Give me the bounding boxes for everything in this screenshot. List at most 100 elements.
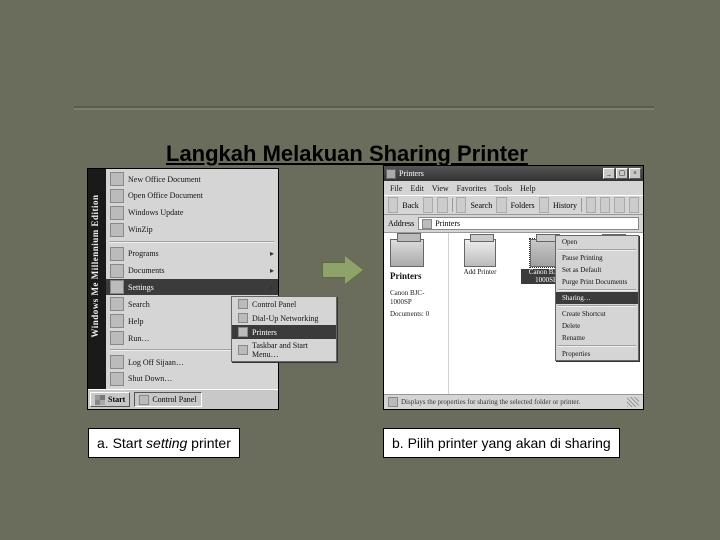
info-line: Documents: 0 (390, 310, 442, 319)
flyout-item-icon (238, 299, 248, 309)
maximize-button[interactable]: ▢ (616, 168, 628, 179)
context-item[interactable]: Properties (556, 348, 638, 360)
windows-flag-icon (95, 395, 105, 405)
context-item[interactable]: Open (556, 236, 638, 248)
context-item[interactable]: Delete (556, 320, 638, 332)
menu-tools[interactable]: Tools (494, 184, 512, 193)
start-menu-item[interactable]: Open Office Document (106, 188, 278, 204)
info-heading: Printers (390, 271, 442, 281)
screenshot-printers-window: Printers _ ▢ × File Edit View Favorites Tool… (383, 165, 644, 410)
tool-btn-b[interactable] (600, 197, 610, 213)
caption-a: a. Start setting printer (88, 428, 240, 458)
slide-title: Langkah Melakuan Sharing Printer (166, 141, 586, 167)
menu-item-icon (110, 189, 124, 203)
window-title: Printers (399, 169, 600, 178)
context-menu: Open Pause PrintingSet as DefaultPurge Pr… (555, 235, 639, 361)
context-item[interactable]: Sharing… (556, 292, 638, 304)
submenu-arrow-icon: ▸ (270, 283, 274, 292)
taskbar-app[interactable]: Control Panel (134, 392, 201, 407)
resize-grip[interactable] (627, 397, 639, 407)
printers-folder-icon (390, 239, 424, 267)
menubar: File Edit View Favorites Tools Help (384, 181, 643, 195)
flyout-item-label: Printers (252, 328, 277, 337)
flyout-item[interactable]: Control Panel (232, 297, 336, 311)
tool-btn-a[interactable] (586, 197, 596, 213)
flyout-item-icon (238, 313, 248, 323)
context-item[interactable]: Set as Default (556, 264, 638, 276)
caption-a-em: setting (146, 435, 187, 451)
address-label: Address (388, 219, 414, 228)
context-separator (558, 289, 636, 291)
printer-item[interactable]: Add Printer (455, 239, 505, 277)
submenu-arrow-icon: ▸ (270, 249, 274, 258)
settings-flyout: Control PanelDial-Up Networking Printers T… (231, 296, 337, 362)
flyout-item[interactable]: Dial-Up Networking (232, 311, 336, 325)
status-icon (388, 397, 398, 407)
menu-item-label: WinZip (128, 225, 153, 234)
search-button[interactable] (456, 197, 466, 213)
forward-button[interactable] (423, 197, 433, 213)
address-field[interactable]: Printers (418, 217, 639, 230)
app-icon (139, 395, 149, 405)
start-menu-sideband: Windows Me Millennium Edition (88, 169, 106, 389)
printer-icon (464, 239, 496, 267)
caption-a-suffix: printer (187, 435, 231, 451)
window-icon (386, 169, 396, 179)
menu-item-label: Log Off Sijaan… (128, 358, 184, 367)
menu-edit[interactable]: Edit (410, 184, 423, 193)
tool-btn-d[interactable] (629, 197, 639, 213)
start-menu-item[interactable]: WinZip (106, 222, 278, 238)
caption-a-prefix: a. Start (97, 435, 146, 451)
search-label: Search (470, 201, 492, 210)
start-menu-item[interactable]: Windows Update (106, 205, 278, 221)
folders-button[interactable] (496, 197, 506, 213)
start-menu-item[interactable]: Settings ▸ (106, 279, 278, 295)
printer-label: Add Printer (464, 269, 497, 277)
start-menu-item[interactable]: Documents▸ (106, 263, 278, 279)
arrow-right (322, 256, 364, 284)
menu-file[interactable]: File (390, 184, 402, 193)
minimize-button[interactable]: _ (603, 168, 615, 179)
start-menu-item[interactable]: New Office Document (106, 171, 278, 187)
flyout-item[interactable]: Taskbar and Start Menu… (232, 339, 336, 361)
menu-item-icon (110, 264, 124, 278)
flyout-item-icon (238, 327, 248, 337)
menu-item-icon (110, 314, 124, 328)
context-separator (558, 249, 636, 251)
menu-item-label: Programs (128, 249, 159, 258)
info-pane: Printers Canon BJC-1000SPDocuments: 0 (384, 233, 449, 394)
back-button[interactable] (388, 197, 398, 213)
menu-item-label: Open Office Document (128, 191, 203, 200)
menu-item-icon (110, 372, 124, 386)
flyout-item[interactable]: Printers (232, 325, 336, 339)
menu-item-label: Settings (128, 283, 154, 292)
context-item[interactable]: Rename (556, 332, 638, 344)
start-menu-item[interactable]: Shut Down… (106, 371, 278, 387)
divider (74, 106, 654, 110)
menu-help[interactable]: Help (520, 184, 536, 193)
context-item[interactable]: Pause Printing (556, 252, 638, 264)
context-item[interactable]: Create Shortcut (556, 308, 638, 320)
menu-item-icon (110, 297, 124, 311)
client-area: Printers Canon BJC-1000SPDocuments: 0 Ad… (384, 233, 643, 394)
menu-item-label: Help (128, 317, 144, 326)
close-button[interactable]: × (629, 168, 641, 179)
history-button[interactable] (539, 197, 549, 213)
menu-separator (110, 241, 274, 243)
menu-item-icon (110, 331, 124, 345)
printer-folder-icon (422, 219, 432, 229)
menu-favorites[interactable]: Favorites (457, 184, 487, 193)
flyout-item-label: Taskbar and Start Menu… (252, 341, 330, 359)
menu-item-icon (110, 355, 124, 369)
address-value: Printers (435, 219, 460, 228)
up-button[interactable] (437, 197, 447, 213)
context-separator (558, 345, 636, 347)
start-button[interactable]: Start (90, 392, 130, 407)
context-item[interactable]: Purge Print Documents (556, 276, 638, 288)
tool-btn-c[interactable] (614, 197, 624, 213)
status-bar: Displays the properties for sharing the … (384, 394, 643, 409)
menu-view[interactable]: View (432, 184, 449, 193)
flyout-item-icon (238, 345, 248, 355)
start-menu-item[interactable]: Programs ▸ (106, 246, 278, 262)
folders-label: Folders (511, 201, 535, 210)
